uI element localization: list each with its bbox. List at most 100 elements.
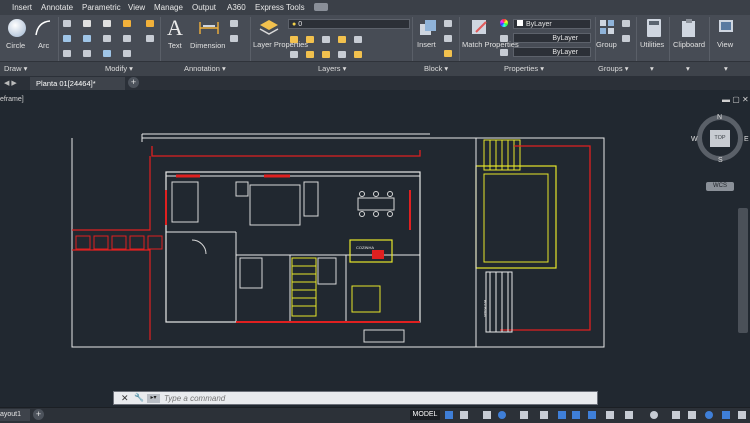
- layer-thaw-icon[interactable]: [354, 51, 362, 58]
- command-input[interactable]: [164, 393, 584, 403]
- view-label[interactable]: View: [717, 40, 733, 49]
- annotation-scale-icon[interactable]: [588, 411, 596, 419]
- match-properties-label[interactable]: Match Properties: [462, 40, 519, 49]
- file-tab-planta[interactable]: Planta 01[24464]*: [30, 77, 125, 90]
- floor-plan-drawing[interactable]: COZINHA ENTRADA: [0, 90, 750, 408]
- block-panel-title[interactable]: Block ▾: [424, 64, 448, 73]
- rotate-icon[interactable]: [83, 20, 91, 27]
- menu-express-tools[interactable]: Express Tools: [255, 3, 305, 12]
- wrench-icon[interactable]: 🔧: [134, 393, 144, 402]
- grid-icon[interactable]: [445, 411, 453, 419]
- close-icon[interactable]: ✕: [121, 393, 129, 404]
- compass-west[interactable]: W: [691, 136, 698, 143]
- explode-icon[interactable]: [123, 35, 131, 42]
- fillet-icon[interactable]: [103, 35, 111, 42]
- osnap-icon[interactable]: [558, 411, 566, 419]
- viewcube-top[interactable]: TOP: [710, 130, 730, 147]
- object-track-icon[interactable]: [540, 411, 548, 419]
- layer-unisolate-icon[interactable]: [338, 51, 346, 58]
- layer-previous-icon[interactable]: [306, 51, 314, 58]
- create-block-icon[interactable]: [444, 20, 452, 27]
- block-attribute-icon[interactable]: [444, 50, 452, 57]
- circle-label[interactable]: Circle: [6, 41, 25, 50]
- isolate-icon[interactable]: [672, 411, 680, 419]
- model-space-button[interactable]: MODEL: [410, 410, 440, 420]
- copy-icon[interactable]: [63, 35, 71, 42]
- array-icon[interactable]: [103, 50, 111, 57]
- navigation-bar[interactable]: [738, 208, 748, 333]
- customization-menu-icon[interactable]: [738, 411, 746, 419]
- draw-edit-icon[interactable]: [146, 20, 154, 27]
- gear-icon[interactable]: [650, 411, 658, 419]
- menu-parametric[interactable]: Parametric: [82, 3, 121, 12]
- modify-panel-title[interactable]: Modify ▾: [105, 64, 133, 73]
- layer-off-icon[interactable]: [338, 36, 346, 43]
- text-icon[interactable]: A: [167, 15, 183, 41]
- lineweight-toggle-icon[interactable]: [572, 411, 580, 419]
- menu-insert[interactable]: Insert: [12, 3, 32, 12]
- circle-icon[interactable]: [8, 19, 26, 37]
- command-prompt-icon[interactable]: ▸▾: [147, 394, 160, 403]
- layer-properties-icon[interactable]: [258, 18, 280, 38]
- break-icon[interactable]: [146, 35, 154, 42]
- wcs-dropdown[interactable]: WCS: [706, 182, 734, 191]
- video-icon[interactable]: [314, 3, 328, 11]
- menu-view[interactable]: View: [128, 3, 145, 12]
- menu-annotate[interactable]: Annotate: [41, 3, 73, 12]
- color-dropdown[interactable]: ByLayer: [513, 19, 591, 29]
- offset-icon[interactable]: [123, 50, 131, 57]
- insert-block-icon[interactable]: [418, 18, 438, 38]
- layer-properties-label[interactable]: Layer Properties: [253, 40, 308, 49]
- graphics-icon[interactable]: [722, 411, 730, 419]
- arc-label[interactable]: Arc: [38, 41, 49, 50]
- hardware-accel-icon[interactable]: [688, 411, 696, 419]
- compass-south[interactable]: S: [718, 157, 723, 164]
- drawing-canvas[interactable]: eframe] ▬ ▢ ✕ COZINHA ENTRADA TOP N S E …: [0, 90, 750, 408]
- new-tab-plus-icon[interactable]: +: [128, 77, 139, 88]
- mirror-icon[interactable]: [83, 35, 91, 42]
- layer-dropdown[interactable]: ● 0: [288, 19, 410, 29]
- layer-state-icon[interactable]: [290, 36, 298, 43]
- match-properties-icon[interactable]: [470, 18, 490, 38]
- groups-panel-title[interactable]: Groups ▾: [598, 64, 628, 73]
- menu-manage[interactable]: Manage: [154, 3, 183, 12]
- dimension-label[interactable]: Dimension: [190, 41, 225, 50]
- add-layout-plus-icon[interactable]: +: [33, 409, 44, 420]
- menu-output[interactable]: Output: [192, 3, 216, 12]
- clipboard-label[interactable]: Clipboard: [673, 40, 705, 49]
- clipboard-icon[interactable]: [681, 18, 697, 38]
- layer-walk-icon[interactable]: [322, 51, 330, 58]
- group-icon[interactable]: [598, 18, 616, 36]
- properties-panel-title[interactable]: Properties ▾: [504, 64, 544, 73]
- chevron-down-icon[interactable]: ▾: [650, 64, 654, 73]
- trim-icon[interactable]: [103, 20, 111, 27]
- layer-lock-icon[interactable]: [354, 36, 362, 43]
- utilities-label[interactable]: Utilities: [640, 40, 664, 49]
- compass-north[interactable]: N: [717, 114, 722, 121]
- scale-icon[interactable]: [83, 50, 91, 57]
- edit-block-icon[interactable]: [444, 35, 452, 42]
- move-icon[interactable]: [63, 20, 71, 27]
- lineweight-dropdown[interactable]: ByLayer: [513, 47, 591, 57]
- layers-panel-title[interactable]: Layers ▾: [318, 64, 346, 73]
- dimension-icon[interactable]: [198, 20, 220, 36]
- isodraft-icon[interactable]: [520, 411, 528, 419]
- menu-a360[interactable]: A360: [227, 3, 246, 12]
- chevron-down-icon[interactable]: ▾: [686, 64, 690, 73]
- ungroup-icon[interactable]: [622, 20, 630, 27]
- annotation-visibility-icon[interactable]: [606, 411, 614, 419]
- chevron-down-icon[interactable]: ▾: [724, 64, 728, 73]
- utilities-icon[interactable]: [646, 18, 662, 38]
- clean-screen-icon[interactable]: [705, 411, 713, 419]
- linetype-dropdown[interactable]: ByLayer: [513, 33, 591, 43]
- layer-freeze-icon[interactable]: [322, 36, 330, 43]
- layout-tab[interactable]: ayout1: [0, 409, 30, 421]
- arc-icon[interactable]: [34, 19, 52, 37]
- command-line[interactable]: ✕ 🔧 ▸▾: [113, 391, 598, 405]
- layer-match-icon[interactable]: [290, 51, 298, 58]
- erase-icon[interactable]: [123, 20, 131, 27]
- group-label[interactable]: Group: [596, 40, 617, 49]
- ortho-icon[interactable]: [483, 411, 491, 419]
- text-label[interactable]: Text: [168, 41, 182, 50]
- stretch-icon[interactable]: [63, 50, 71, 57]
